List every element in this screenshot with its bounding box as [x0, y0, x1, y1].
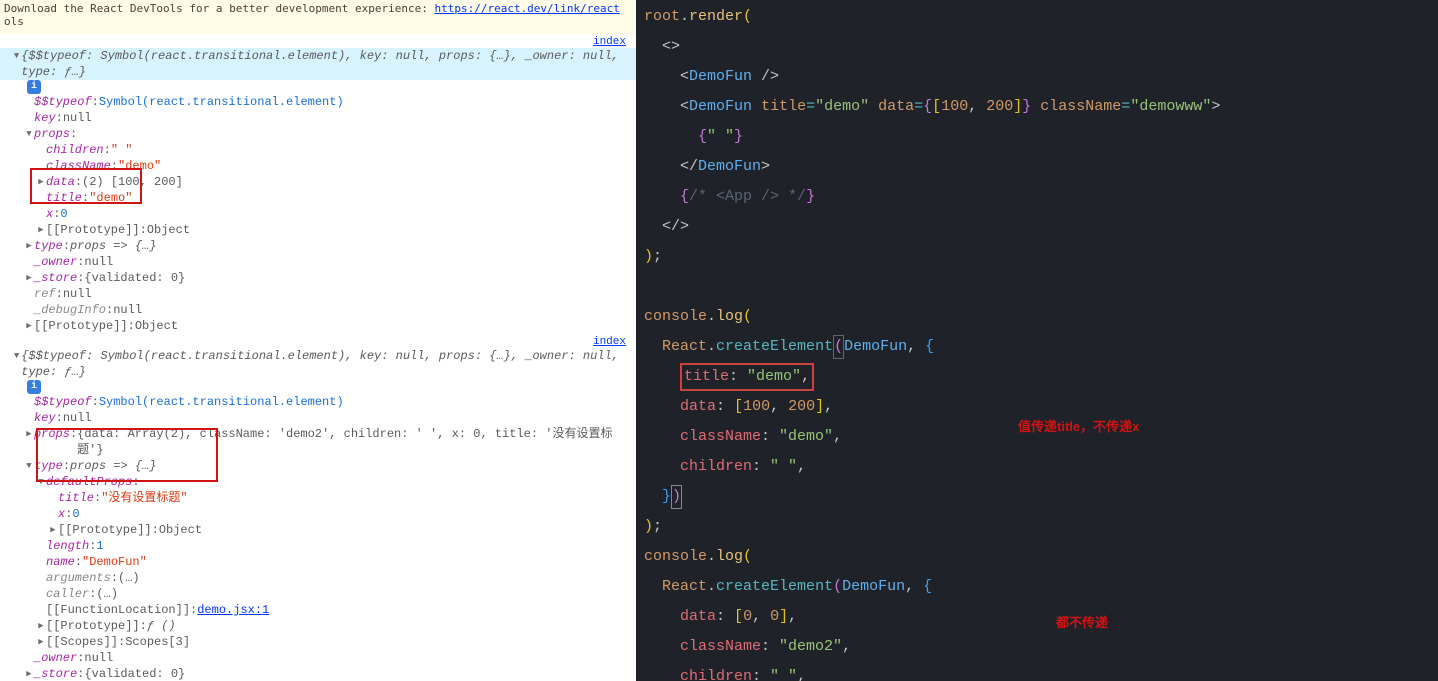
code-line[interactable]: <DemoFun title="demo" data={[100, 200]} … — [636, 92, 1438, 122]
code-line[interactable]: console.log( — [636, 302, 1438, 332]
obj1-props-children[interactable]: children: " " — [0, 142, 636, 158]
code-line[interactable]: console.log( — [636, 542, 1438, 572]
console-warning: Download the React DevTools for a better… — [0, 0, 636, 34]
code-line[interactable]: {" "} — [636, 122, 1438, 152]
obj1-owner[interactable]: _owner: null — [0, 254, 636, 270]
obj1-props-x[interactable]: x: 0 — [0, 206, 636, 222]
chevron-right-icon[interactable] — [36, 222, 46, 238]
chevron-right-icon[interactable] — [24, 318, 34, 334]
obj2-defaultprops[interactable]: defaultProps: — [0, 474, 636, 490]
info-icon[interactable]: i — [27, 380, 41, 394]
code-line[interactable]: children: " ", — [636, 662, 1438, 681]
info-icon[interactable]: i — [27, 80, 41, 94]
obj1-proto[interactable]: [[Prototype]]: Object — [0, 318, 636, 334]
obj1-props-data[interactable]: data: (2) [100, 200] — [0, 174, 636, 190]
source-link-2[interactable]: index — [0, 336, 636, 348]
code-line[interactable]: </DemoFun> — [636, 152, 1438, 182]
code-line[interactable]: data: [0, 0], — [636, 602, 1438, 632]
obj2-dp-title[interactable]: title: "没有设置标题" — [0, 490, 636, 506]
chevron-down-icon[interactable] — [24, 126, 34, 142]
chevron-right-icon[interactable] — [24, 426, 34, 442]
obj-summary: {$$typeof: Symbol(react.transitional.ele… — [21, 348, 636, 380]
warn-text-2: ols — [4, 15, 24, 28]
obj2-dp-x[interactable]: x: 0 — [0, 506, 636, 522]
obj1-key[interactable]: key: null — [0, 110, 636, 126]
code-line[interactable]: title: "demo", — [636, 362, 1438, 392]
code-line[interactable]: ); — [636, 512, 1438, 542]
obj2-caller[interactable]: caller: (…) — [0, 586, 636, 602]
obj2-funcloc[interactable]: [[FunctionLocation]]: demo.jsx:1 — [0, 602, 636, 618]
code-line[interactable] — [636, 272, 1438, 302]
info-badge-row-2: i — [0, 380, 636, 394]
code-line[interactable]: </> — [636, 212, 1438, 242]
chevron-right-icon[interactable] — [24, 238, 34, 254]
chevron-right-icon[interactable] — [24, 666, 34, 681]
chevron-right-icon[interactable] — [36, 618, 46, 634]
code-line[interactable]: children: " ", — [636, 452, 1438, 482]
obj2-owner[interactable]: _owner: null — [0, 650, 636, 666]
obj2-summary-row[interactable]: {$$typeof: Symbol(react.transitional.ele… — [0, 348, 636, 380]
chevron-right-icon[interactable] — [36, 174, 46, 190]
obj1-props[interactable]: props: — [0, 126, 636, 142]
obj2-dp-proto[interactable]: [[Prototype]]: Object — [0, 522, 636, 538]
obj1-debuginfo[interactable]: _debugInfo: null — [0, 302, 636, 318]
warn-link[interactable]: https://react.dev/link/react — [434, 2, 619, 15]
source-link-1[interactable]: index — [0, 36, 636, 48]
obj-summary: {$$typeof: Symbol(react.transitional.ele… — [21, 48, 636, 80]
code-line[interactable]: <DemoFun /> — [636, 62, 1438, 92]
obj2-typeof[interactable]: $$typeof: Symbol(react.transitional.elem… — [0, 394, 636, 410]
obj1-props-class[interactable]: className: "demo" — [0, 158, 636, 174]
obj1-ref[interactable]: ref: null — [0, 286, 636, 302]
obj1-summary-row[interactable]: {$$typeof: Symbol(react.transitional.ele… — [0, 48, 636, 80]
chevron-down-icon[interactable] — [36, 474, 46, 490]
highlight-box-title: title: "demo", — [680, 363, 814, 391]
obj2-arguments[interactable]: arguments: (…) — [0, 570, 636, 586]
code-line[interactable]: className: "demo2", — [636, 632, 1438, 662]
obj2-scopes[interactable]: [[Scopes]]: Scopes[3] — [0, 634, 636, 650]
obj2-fn-proto[interactable]: [[Prototype]]: ƒ () — [0, 618, 636, 634]
warn-text: Download the React DevTools for a better… — [4, 2, 434, 15]
obj2-name[interactable]: name: "DemoFun" — [0, 554, 636, 570]
obj1-props-title[interactable]: title: "demo" — [0, 190, 636, 206]
obj2-key[interactable]: key: null — [0, 410, 636, 426]
code-line[interactable]: ); — [636, 242, 1438, 272]
obj1-store[interactable]: _store: {validated: 0} — [0, 270, 636, 286]
chevron-right-icon[interactable] — [24, 270, 34, 286]
obj2-props[interactable]: props: {data: Array(2), className: 'demo… — [0, 426, 636, 458]
obj1-typeof[interactable]: $$typeof: Symbol(react.transitional.elem… — [0, 94, 636, 110]
chevron-right-icon[interactable] — [36, 634, 46, 650]
obj1-type[interactable]: type: props => {…} — [0, 238, 636, 254]
chevron-right-icon[interactable] — [48, 522, 58, 538]
chevron-down-icon[interactable] — [12, 48, 21, 64]
annotation-1: 值传递title，不传递x — [1018, 416, 1139, 435]
code-line[interactable]: root.render( — [636, 2, 1438, 32]
obj2-store[interactable]: _store: {validated: 0} — [0, 666, 636, 681]
editor-pane: root.render( <> <DemoFun /> <DemoFun tit… — [636, 0, 1438, 681]
code-line[interactable]: {/* <App /> */} — [636, 182, 1438, 212]
obj1-props-proto[interactable]: [[Prototype]]: Object — [0, 222, 636, 238]
console-pane: Download the React DevTools for a better… — [0, 0, 636, 681]
annotation-2: 都不传递 — [1056, 612, 1108, 631]
obj2-type[interactable]: type: props => {…} — [0, 458, 636, 474]
code-line[interactable]: React.createElement(DemoFun, { — [636, 572, 1438, 602]
chevron-down-icon[interactable] — [24, 458, 34, 474]
code-line[interactable]: }) — [636, 482, 1438, 512]
code-line[interactable]: React.createElement(DemoFun, { — [636, 332, 1438, 362]
chevron-down-icon[interactable] — [12, 348, 21, 364]
func-location-link[interactable]: demo.jsx:1 — [197, 602, 269, 618]
obj2-length[interactable]: length: 1 — [0, 538, 636, 554]
info-badge-row: i — [0, 80, 636, 94]
code-line[interactable]: <> — [636, 32, 1438, 62]
